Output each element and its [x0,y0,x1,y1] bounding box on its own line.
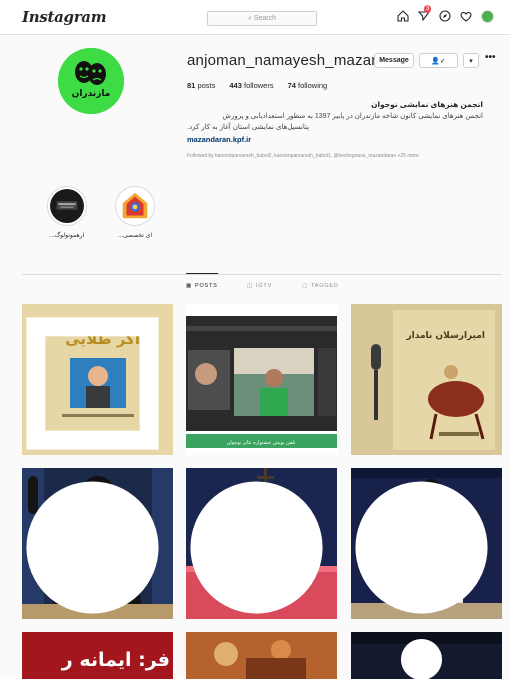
following-count[interactable]: 74 following [288,81,328,90]
post-thumbnail[interactable]: تلفن پویش جشنواره تئاتر نوجوان [186,304,337,455]
home-icon[interactable] [396,9,410,23]
profile-website-link[interactable]: mazandaran.kpf.ir [187,135,251,144]
profile-username: anjoman_namayesh_mazan... [187,52,393,69]
followers-count[interactable]: 443 followers [229,81,273,90]
post-thumbnail[interactable]: نمایش خوانی اگر طلایی [22,304,173,455]
active-tab-indicator [186,273,218,274]
tab-tagged[interactable]: ▢ TAGGED [302,283,339,289]
carousel-icon [26,317,159,450]
video-icon [190,481,323,614]
tagged-icon: ▢ [302,283,308,289]
post-title: فر: ایمانه ر [61,649,170,671]
video-icon [400,638,443,679]
highlight-label: ...ارهمونولوگ [49,233,85,239]
post-thumbnail[interactable] [22,468,173,619]
profile-bio-line2: پتانسیل‌های نمایشی استان آغاز به کار کرد… [187,124,310,131]
post-thumbnail[interactable] [351,468,502,619]
profile-stats: 81 posts 443 followers 74 following [187,81,327,90]
search-placeholder: Search [253,15,277,22]
grid-icon: ▦ [186,283,192,289]
direct-message-icon[interactable]: 3 [417,5,432,23]
post-caption: تلفن پویش جشنواره تئاتر نوجوان [227,440,296,446]
top-navigation-bar: Instagram ⌕ Search 3 [0,0,510,35]
post-thumbnail[interactable] [186,632,337,679]
post-thumbnail[interactable] [186,468,337,619]
followed-by-text[interactable]: Followed by kanoonparvaresh_babol2, kano… [187,153,419,159]
tab-igtv[interactable]: ◫ IGTV [247,283,272,289]
more-options-icon[interactable]: ••• [485,52,496,63]
video-icon [26,481,159,614]
message-button[interactable]: Message [374,53,414,68]
post-thumbnail[interactable]: فر: ایمانه ر [22,632,173,679]
suggestions-dropdown-button[interactable]: ▾ [463,53,479,68]
profile-full-name: انجمن هنرهای نمایشی نوجوان [371,100,483,109]
profile-page: مازندران anjoman_namayesh_mazan... Messa… [0,36,510,679]
search-input[interactable]: ⌕ Search [207,11,317,26]
profile-bio-line1: انجمن هنرهای نمایشی کانون شاخه مازندران … [222,113,483,120]
igtv-icon: ◫ [247,283,253,289]
post-thumbnail[interactable]: امیرارسلان نامدار [351,304,502,455]
person-check-icon: 👤✓ [431,57,446,65]
activity-heart-icon[interactable] [459,9,473,23]
explore-compass-icon[interactable] [438,9,452,23]
profile-avatar[interactable]: مازندران [58,48,124,114]
highlight-specialized[interactable]: ...ای تخصصی [110,186,160,239]
tab-posts[interactable]: ▦ POSTS [186,283,218,289]
posts-count: 81 posts [187,81,216,90]
caret-down-icon: ▾ [469,57,473,65]
instagram-logo[interactable]: Instagram [22,8,107,26]
post-thumbnail[interactable] [351,632,502,679]
highlight-label: ...ای تخصصی [118,233,152,239]
post-title: امیرارسلان نامدار [406,331,486,341]
video-icon [355,481,488,614]
tabs-divider [22,274,502,275]
top-icons: 3 [396,5,494,23]
highlight-monologue[interactable]: ...ارهمونولوگ [42,186,92,239]
avatar-logo-text: مازندران [72,89,111,99]
following-button[interactable]: 👤✓ [419,53,458,68]
profile-avatar-icon[interactable] [480,9,494,23]
